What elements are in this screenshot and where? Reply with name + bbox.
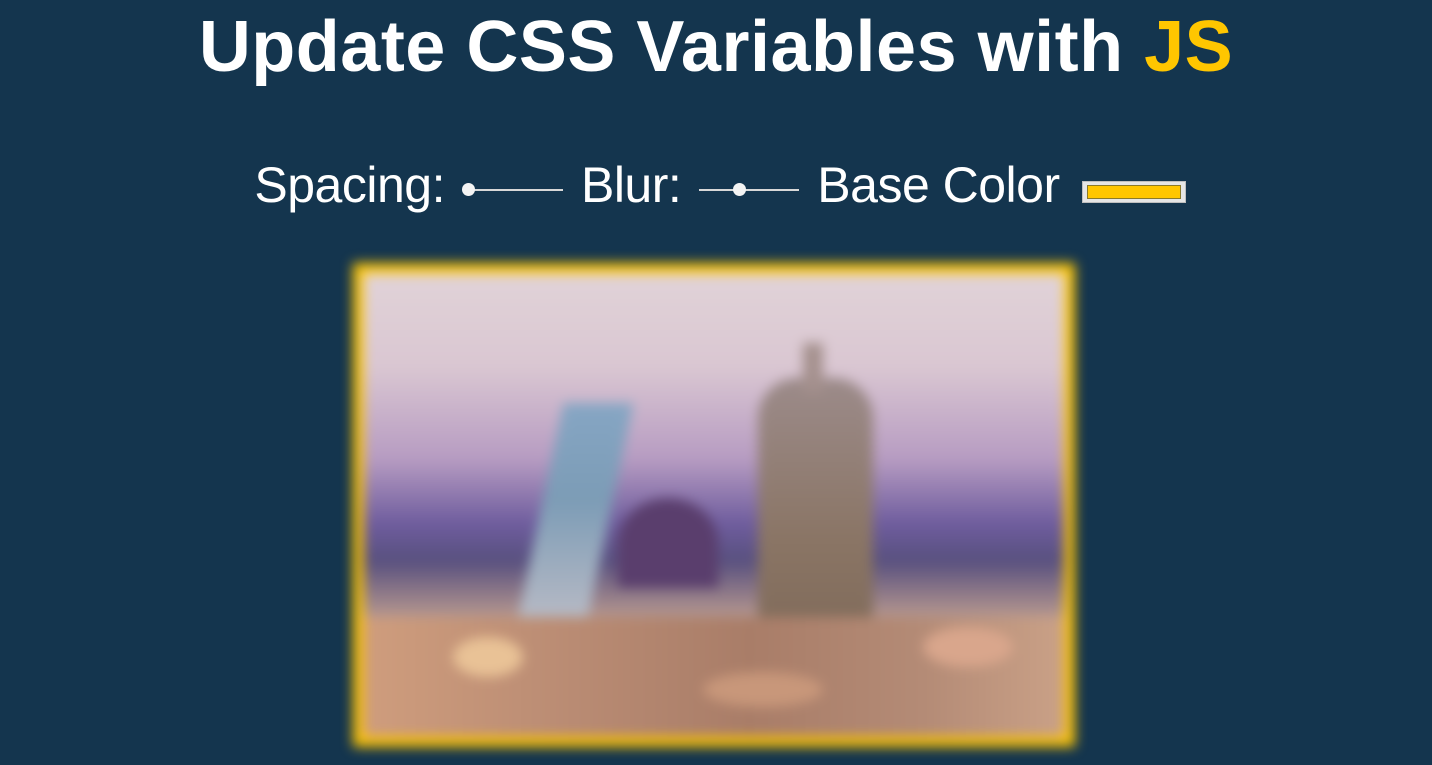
photo-statue — [512, 403, 634, 643]
title-main: Update CSS Variables with — [198, 7, 1124, 87]
blur-slider[interactable] — [699, 178, 800, 202]
blur-slider-thumb[interactable] — [733, 183, 747, 196]
photo-frame — [353, 263, 1075, 747]
controls-bar: Spacing: Blur: Base Color — [0, 150, 1432, 220]
photo-tower — [758, 378, 873, 648]
city-photo — [363, 273, 1065, 737]
photo-light — [923, 627, 1013, 667]
page-title: Update CSS Variables with JS — [0, 2, 1432, 92]
spacing-label: Spacing: — [254, 157, 445, 213]
photo-dome — [618, 498, 718, 588]
spacing-slider-thumb[interactable] — [461, 183, 475, 196]
spacing-slider-track — [462, 189, 563, 191]
base-color-swatch — [1086, 185, 1181, 199]
base-color-label: Base Color — [817, 157, 1060, 213]
blur-label: Blur: — [580, 157, 682, 213]
photo-spire — [803, 343, 823, 393]
spacing-slider[interactable] — [461, 178, 563, 202]
photo-city-lights — [363, 617, 1065, 737]
title-highlight: JS — [1144, 7, 1234, 87]
page: Update CSS Variables with JS Spacing: Bl… — [0, 0, 1432, 765]
photo-light — [703, 672, 823, 707]
blur-slider-track — [699, 189, 800, 191]
photo-light — [453, 637, 523, 677]
base-color-picker[interactable] — [1081, 181, 1186, 203]
